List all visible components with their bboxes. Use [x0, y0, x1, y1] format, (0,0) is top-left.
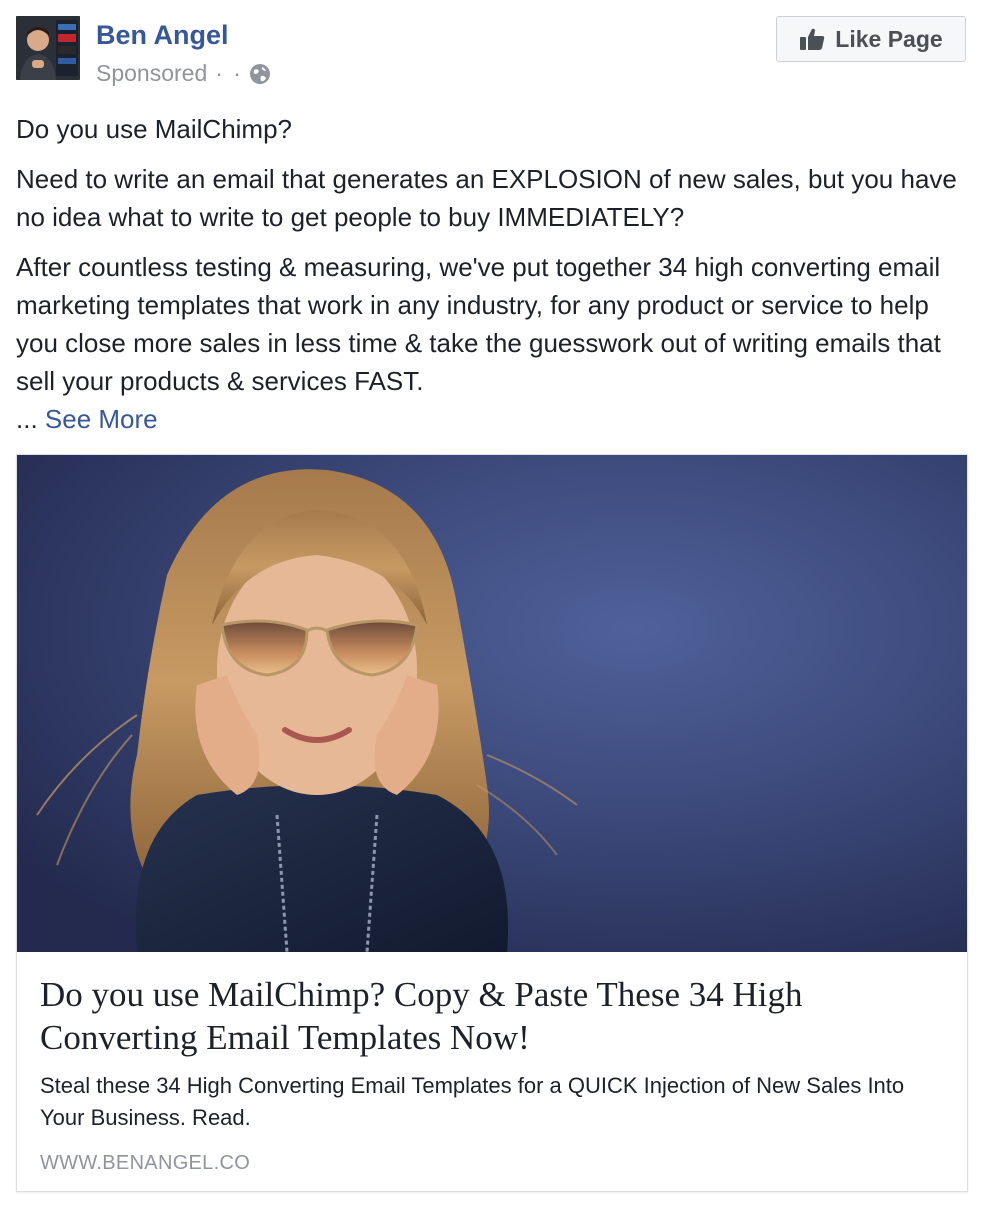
card-title[interactable]: Do you use MailChimp? Copy & Paste These…	[40, 973, 940, 1059]
globe-icon	[249, 63, 271, 85]
like-page-label: Like Page	[835, 25, 943, 52]
post-meta: Sponsored · ·	[96, 60, 271, 87]
woman-with-sunglasses-photo	[17, 455, 967, 952]
meta-separator: · ·	[215, 60, 243, 86]
ellipsis: ...	[16, 404, 38, 434]
thumbs-up-icon	[799, 27, 825, 51]
post-text: Do you use MailChimp? Need to write an e…	[16, 110, 966, 450]
card-domain: WWW.BENANGEL.CO	[40, 1152, 251, 1174]
post-text-line-3-content: After countless testing & measuring, we'…	[16, 252, 941, 396]
link-preview-card[interactable]: Do you use MailChimp? Copy & Paste These…	[16, 454, 968, 1192]
like-page-button[interactable]: Like Page	[776, 16, 966, 62]
post-text-line-1: Do you use MailChimp?	[16, 114, 293, 144]
post-text-line-3: After countless testing & measuring, we'…	[16, 248, 966, 438]
author-name[interactable]: Ben Angel	[96, 20, 229, 51]
sponsored-label[interactable]: Sponsored	[96, 60, 207, 87]
author-avatar[interactable]	[16, 16, 80, 80]
sponsored-post: Ben Angel Sponsored · · Like Page Do you…	[0, 0, 988, 1210]
avatar-image	[16, 16, 80, 80]
post-text-line-2: Need to write an email that generates an…	[16, 164, 957, 232]
card-description: Steal these 34 High Converting Email Tem…	[40, 1073, 905, 1130]
card-image[interactable]	[17, 455, 967, 952]
see-more-link[interactable]: See More	[45, 404, 158, 434]
